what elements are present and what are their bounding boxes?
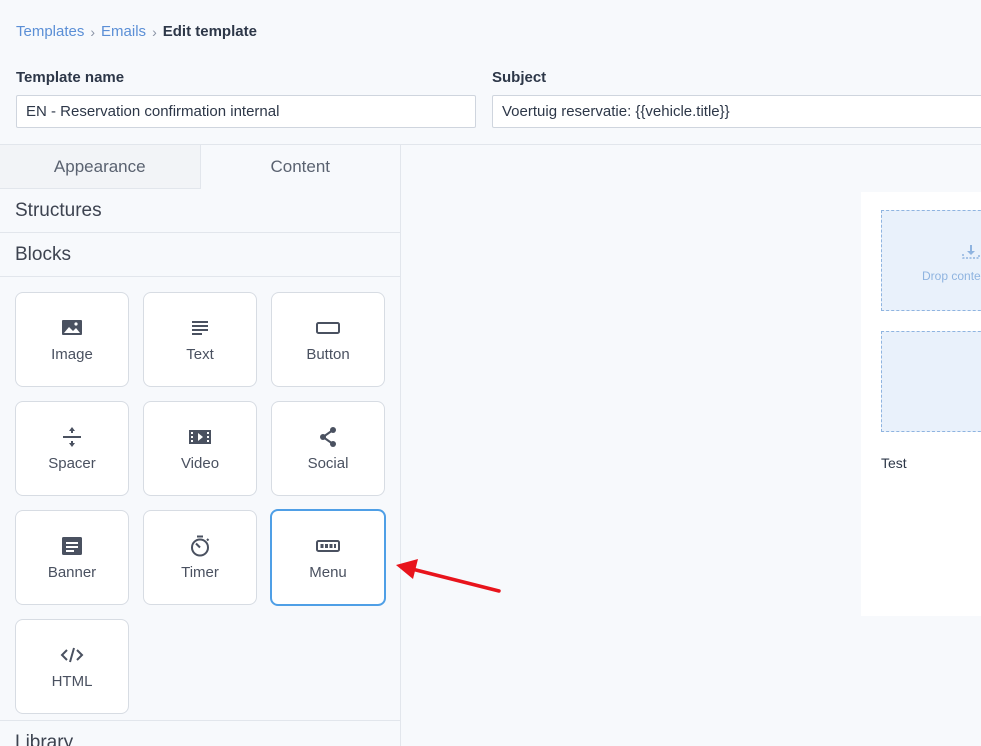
block-label: Timer	[181, 564, 219, 581]
timer-icon	[188, 534, 212, 558]
block-timer[interactable]: Timer	[143, 510, 257, 605]
download-icon	[962, 244, 980, 265]
share-icon	[316, 425, 340, 449]
block-button[interactable]: Button	[271, 292, 385, 387]
block-label: Button	[306, 346, 350, 363]
drop-zone[interactable]	[881, 331, 981, 432]
breadcrumb-emails-link[interactable]: Emails	[101, 23, 146, 40]
tab-content[interactable]: Content	[200, 145, 400, 189]
block-text[interactable]: Text	[143, 292, 257, 387]
structures-section-header[interactable]: Structures	[0, 189, 400, 233]
sidebar-tabs: Appearance Content	[0, 145, 400, 189]
block-video[interactable]: Video	[143, 401, 257, 496]
drop-content-text: Drop conte	[922, 269, 981, 283]
code-icon	[60, 643, 84, 667]
block-menu[interactable]: Menu	[270, 509, 386, 606]
subject-label: Subject	[492, 69, 547, 86]
block-banner[interactable]: Banner	[15, 510, 129, 605]
editor-sidebar: Appearance Content Structures Blocks Ima…	[0, 145, 401, 746]
block-html[interactable]: HTML	[15, 619, 129, 714]
email-body: Drop conte Test	[861, 192, 981, 616]
block-label: Image	[51, 346, 93, 363]
image-icon	[60, 316, 84, 340]
template-name-field[interactable]	[16, 95, 476, 128]
text-icon	[188, 316, 212, 340]
blocks-grid: Image Text Button Spacer Video Social Ba…	[0, 277, 400, 721]
menu-icon	[316, 534, 340, 558]
block-label: Social	[307, 455, 349, 472]
breadcrumb-separator: ›	[90, 23, 96, 40]
block-label: Menu	[309, 564, 347, 581]
banner-icon	[60, 534, 84, 558]
breadcrumb: Templates › Emails › Edit template	[16, 23, 257, 40]
block-label: Text	[186, 346, 214, 363]
button-icon	[316, 316, 340, 340]
library-section-header[interactable]: Library	[0, 721, 400, 746]
subject-field[interactable]	[492, 95, 981, 128]
block-label: HTML	[51, 673, 93, 690]
breadcrumb-current: Edit template	[162, 23, 257, 40]
block-label: Spacer	[48, 455, 96, 472]
block-spacer[interactable]: Spacer	[15, 401, 129, 496]
template-name-label: Template name	[16, 69, 125, 86]
annotation-arrow-icon	[396, 559, 501, 593]
spacer-icon	[60, 425, 84, 449]
email-canvas: Drop conte Test	[401, 145, 981, 746]
video-icon	[188, 425, 212, 449]
drop-zone[interactable]: Drop conte	[881, 210, 981, 311]
blocks-section-header[interactable]: Blocks	[0, 233, 400, 277]
block-label: Video	[180, 455, 220, 472]
tab-appearance[interactable]: Appearance	[0, 145, 201, 189]
breadcrumb-separator: ›	[152, 23, 157, 40]
block-social[interactable]: Social	[271, 401, 385, 496]
breadcrumb-templates-link[interactable]: Templates	[16, 23, 84, 40]
email-text-content[interactable]: Test	[881, 455, 907, 471]
block-label: Banner	[47, 564, 97, 581]
block-image[interactable]: Image	[15, 292, 129, 387]
